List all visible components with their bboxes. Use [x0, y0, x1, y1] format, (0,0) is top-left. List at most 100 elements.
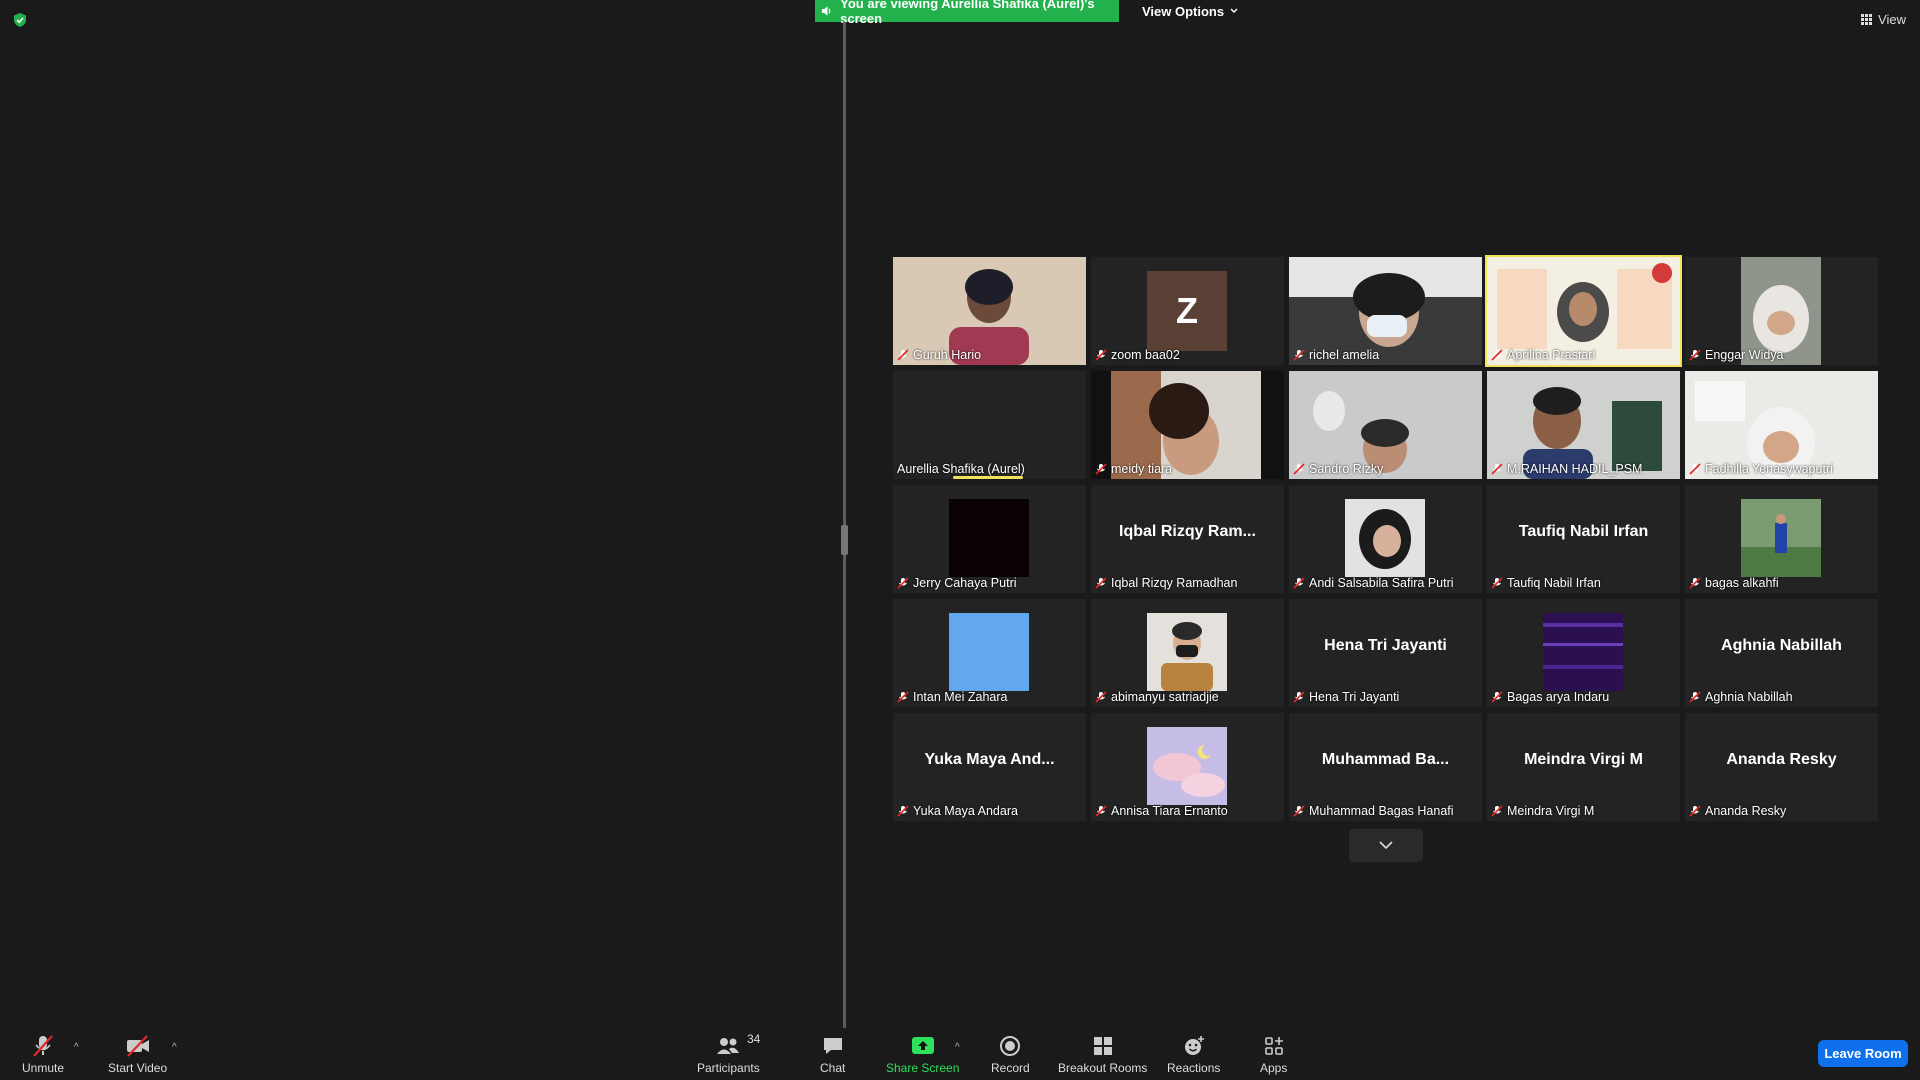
participant-name-label: Aghnia Nabillah [1689, 690, 1793, 704]
apps-label: Apps [1260, 1061, 1288, 1075]
video-tile[interactable]: Sandro Rizky [1289, 371, 1482, 479]
unmute-button[interactable]: Unmute [22, 1034, 64, 1075]
video-tile[interactable]: Meindra Virgi M Meindra Virgi M [1487, 713, 1680, 821]
start-video-button[interactable]: Start Video [108, 1034, 167, 1075]
participant-name-label: Andi Salsabila Safira Putri [1293, 576, 1454, 590]
mic-muted-icon [897, 349, 909, 361]
participant-display-name: Meindra Virgi M [1524, 751, 1643, 768]
mic-muted-icon [1491, 805, 1503, 817]
participant-name-label: Ananda Resky [1689, 804, 1786, 818]
participant-photo [949, 613, 1029, 691]
chat-button[interactable]: Chat [820, 1034, 845, 1075]
video-tile[interactable]: Aghnia Nabillah Aghnia Nabillah [1685, 599, 1878, 707]
breakout-rooms-icon [1093, 1037, 1112, 1055]
video-tile-active-speaker[interactable]: Aprilina Prastari [1485, 255, 1682, 367]
avatar: Z [1147, 271, 1227, 351]
video-tile[interactable]: Yuka Maya And... Yuka Maya Andara [893, 713, 1086, 821]
video-tile[interactable]: M.RAIHAN HADIL_PSM [1487, 371, 1680, 479]
participant-photo [1147, 613, 1227, 691]
participant-display-name: Aghnia Nabillah [1721, 637, 1842, 654]
video-tile[interactable]: Muhammad Ba... Muhammad Bagas Hanafi [1289, 713, 1482, 821]
record-label: Record [991, 1061, 1030, 1075]
mic-muted-icon [1095, 691, 1107, 703]
leave-room-button[interactable]: Leave Room [1818, 1040, 1908, 1067]
share-options-caret[interactable]: ^ [955, 1042, 960, 1053]
mic-muted-icon [1689, 805, 1701, 817]
record-icon [1000, 1036, 1021, 1056]
participant-name-label: Bagas arya Indaru [1491, 690, 1609, 704]
mic-muted-icon [1491, 691, 1503, 703]
video-tile[interactable]: bagas alkahfi [1685, 485, 1878, 593]
video-tile[interactable]: Intan Mei Zahara [893, 599, 1086, 707]
grid-icon [1861, 14, 1873, 25]
participant-name-label: Meindra Virgi M [1491, 804, 1594, 818]
reactions-button[interactable]: Reactions [1167, 1034, 1220, 1075]
video-tile[interactable]: richel amelia [1289, 257, 1482, 365]
mic-muted-icon [1095, 577, 1107, 589]
participant-name-label: Fadhilla Yenasywaputri [1689, 462, 1833, 476]
participant-name-label: Muhammad Bagas Hanafi [1293, 804, 1454, 818]
chat-label: Chat [820, 1061, 846, 1075]
apps-icon [1264, 1037, 1283, 1055]
mic-muted-icon [1491, 349, 1503, 361]
participant-photo [949, 499, 1029, 577]
video-tile[interactable]: Guruh Hario [893, 257, 1086, 365]
mic-muted-icon [1689, 463, 1701, 475]
mic-muted-icon [897, 577, 909, 589]
participants-button[interactable]: Participants 34 [697, 1032, 761, 1075]
speaking-indicator [953, 476, 1023, 479]
share-screen-label: Share Screen [886, 1061, 960, 1075]
video-options-caret[interactable]: ^ [172, 1042, 177, 1053]
reactions-label: Reactions [1167, 1061, 1221, 1075]
mic-muted-icon [1293, 691, 1305, 703]
video-tile[interactable]: meidy tiara [1091, 371, 1284, 479]
video-tile[interactable]: Aurellia Shafika (Aurel) [893, 371, 1086, 479]
video-tile[interactable]: Jerry Cahaya Putri [893, 485, 1086, 593]
video-tile[interactable]: Ananda Resky Ananda Resky [1685, 713, 1878, 821]
video-tile[interactable]: abimanyu satriadjie [1091, 599, 1284, 707]
participant-photo [1147, 727, 1227, 805]
view-layout-button[interactable]: View [1861, 12, 1906, 27]
mic-muted-icon [1293, 577, 1305, 589]
participant-display-name: Yuka Maya And... [924, 751, 1055, 768]
video-tile[interactable]: Bagas arya Indaru [1487, 599, 1680, 707]
speaker-icon [821, 6, 831, 16]
video-off-icon [126, 1035, 149, 1057]
mic-muted-icon [1095, 463, 1107, 475]
gallery-next-page-button[interactable] [1349, 829, 1423, 862]
share-screen-button[interactable]: Share Screen [886, 1034, 959, 1075]
video-tile[interactable]: Andi Salsabila Safira Putri [1289, 485, 1482, 593]
video-tile[interactable]: Enggar Widya [1685, 257, 1878, 365]
meeting-toolbar: Unmute ^ Start Video ^ Participants 34 C… [0, 1028, 1920, 1080]
video-tile[interactable]: Hena Tri Jayanti Hena Tri Jayanti [1289, 599, 1482, 707]
chevron-down-icon [1230, 8, 1238, 13]
video-tile[interactable]: Taufiq Nabil Irfan Taufiq Nabil Irfan [1487, 485, 1680, 593]
apps-button[interactable]: Apps [1260, 1034, 1287, 1075]
participant-photo [1741, 499, 1821, 577]
video-tile[interactable]: Iqbal Rizqy Ram... Iqbal Rizqy Ramadhan [1091, 485, 1284, 593]
record-button[interactable]: Record [991, 1034, 1030, 1075]
participant-name-label: Sandro Rizky [1293, 462, 1383, 476]
mic-muted-icon [1293, 805, 1305, 817]
mic-muted-icon [1491, 577, 1503, 589]
mic-muted-icon [1689, 349, 1701, 361]
participant-display-name: Muhammad Ba... [1321, 751, 1450, 768]
video-tile[interactable]: Annisa Tiara Ernanto [1091, 713, 1284, 821]
participant-name-label: M.RAIHAN HADIL_PSM [1491, 462, 1642, 476]
participant-photo [1543, 613, 1623, 691]
breakout-rooms-button[interactable]: Breakout Rooms [1058, 1034, 1147, 1075]
participants-count: 34 [747, 1032, 761, 1046]
breakout-rooms-label: Breakout Rooms [1058, 1061, 1148, 1075]
mic-muted-icon [1095, 349, 1107, 361]
video-tile[interactable]: Fadhilla Yenasywaputri [1685, 371, 1878, 479]
audio-options-caret[interactable]: ^ [74, 1042, 79, 1053]
video-tile[interactable]: Z zoom baa02 [1091, 257, 1284, 365]
participants-icon [717, 1038, 740, 1054]
security-shield-icon[interactable] [12, 12, 28, 28]
mic-muted-icon [897, 691, 909, 703]
participant-name-label: Enggar Widya [1689, 348, 1784, 362]
chevron-down-icon [1379, 841, 1393, 850]
splitter-handle[interactable] [841, 525, 848, 555]
view-options-button[interactable]: View Options [1130, 0, 1251, 22]
participant-name-label: meidy tiara [1095, 462, 1172, 476]
